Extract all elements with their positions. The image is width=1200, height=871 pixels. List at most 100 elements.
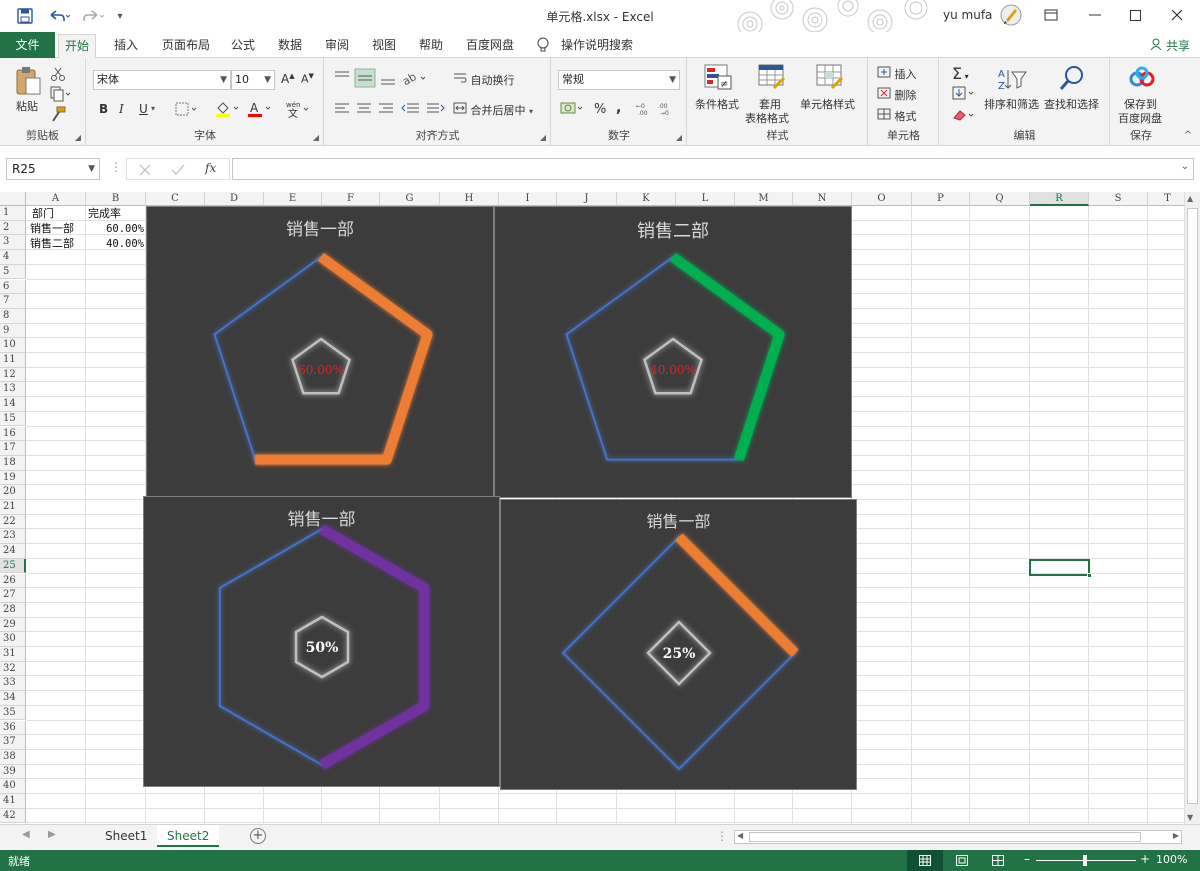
row-header[interactable]: 28 [0, 602, 26, 618]
tab-file[interactable]: 文件 [0, 32, 55, 58]
column-header[interactable]: M [735, 192, 793, 206]
column-header[interactable]: K [617, 192, 676, 206]
tab-data[interactable]: 数据 [272, 34, 308, 58]
cell-a2[interactable]: 销售一部 [30, 222, 74, 236]
row-header[interactable]: 13 [0, 382, 26, 398]
italic-button[interactable]: I [119, 102, 124, 116]
normal-view-button[interactable] [907, 850, 943, 871]
delete-cells-button[interactable]: 删除 [877, 87, 917, 103]
select-all-button[interactable] [0, 192, 26, 206]
tab-review[interactable]: 审阅 [319, 34, 355, 58]
row-header[interactable]: 38 [0, 749, 26, 765]
conditional-formatting-button[interactable]: 条件格式 [695, 96, 739, 112]
dialog-launcher-icon[interactable]: ◢ [313, 133, 319, 142]
user-name[interactable]: yu mufa [943, 8, 992, 22]
row-header[interactable]: 34 [0, 691, 26, 706]
row-header[interactable]: 12 [0, 367, 26, 383]
chevron-down-icon[interactable]: ▾ [151, 104, 155, 113]
tab-home[interactable]: 开始 [58, 34, 97, 59]
scroll-down-icon[interactable]: ▼ [1187, 813, 1193, 822]
formula-input[interactable]: ⌄ [232, 158, 1194, 180]
column-header[interactable]: H [440, 192, 499, 206]
column-header[interactable]: G [380, 192, 440, 206]
column-header[interactable]: D [205, 192, 264, 206]
paste-icon[interactable] [14, 66, 42, 99]
row-header[interactable]: 15 [0, 411, 26, 427]
collapse-ribbon-icon[interactable]: ^ [1184, 130, 1192, 141]
fill-color-icon[interactable] [215, 100, 241, 121]
font-color-icon[interactable]: A [247, 100, 273, 121]
tab-view[interactable]: 视图 [366, 34, 402, 58]
row-header[interactable]: 33 [0, 676, 26, 692]
decrease-font-icon[interactable]: A▼ [301, 72, 314, 86]
decrease-decimal-icon[interactable]: .00 →0 [658, 102, 678, 119]
row-header[interactable]: 11 [0, 353, 26, 368]
zoom-out-icon[interactable]: – [1024, 852, 1030, 866]
column-header[interactable]: J [557, 192, 617, 206]
column-header[interactable]: P [912, 192, 970, 206]
horizontal-align-icon[interactable] [333, 102, 397, 116]
increase-decimal-icon[interactable]: ←0.00 [636, 102, 656, 119]
paste-label[interactable]: 粘贴 [16, 98, 38, 114]
underline-button[interactable]: U [139, 102, 148, 116]
row-header[interactable]: 1 [0, 206, 26, 221]
row-header[interactable]: 20 [0, 485, 26, 500]
indent-icon[interactable] [401, 102, 445, 116]
row-header[interactable]: 36 [0, 720, 26, 736]
comma-button[interactable]: , [616, 100, 621, 116]
ribbon-display-icon[interactable] [1028, 0, 1074, 30]
chevron-down-icon[interactable]: ▼ [88, 159, 95, 179]
insert-cells-button[interactable]: 插入 [877, 66, 917, 82]
cut-icon[interactable] [50, 66, 66, 85]
scroll-left-icon[interactable]: ◀ [737, 831, 743, 840]
row-header[interactable]: 37 [0, 735, 26, 750]
sort-filter-button[interactable]: 排序和筛选 [984, 96, 1039, 112]
maximize-icon[interactable] [1112, 0, 1158, 30]
vertical-scrollbar[interactable]: ▲ ▼ [1184, 192, 1200, 824]
row-header[interactable]: 17 [0, 441, 26, 456]
row-header[interactable]: 31 [0, 647, 26, 662]
number-format-select[interactable]: 常规 ▼ [558, 70, 680, 90]
row-header[interactable]: 27 [0, 588, 26, 603]
chart-diamond[interactable]: 销售一部 25% [500, 499, 857, 790]
column-header[interactable]: R [1030, 192, 1089, 206]
clear-icon[interactable] [952, 108, 976, 125]
close-icon[interactable] [1154, 0, 1200, 30]
format-painter-icon[interactable] [50, 106, 66, 125]
column-header[interactable]: O [852, 192, 912, 206]
baidu-netdisk-icon[interactable] [1129, 66, 1155, 93]
cell-a3[interactable]: 销售二部 [30, 237, 74, 251]
h-scroll-thumb[interactable] [749, 832, 1141, 842]
cell-styles-icon[interactable] [816, 64, 844, 93]
vertical-align-icon[interactable] [333, 68, 397, 88]
row-header[interactable]: 26 [0, 573, 26, 589]
percent-button[interactable]: % [594, 102, 606, 117]
column-header[interactable]: S [1089, 192, 1148, 206]
tell-me-search[interactable]: 操作说明搜索 [555, 34, 639, 58]
enter-icon[interactable] [171, 164, 185, 176]
row-header[interactable]: 8 [0, 308, 26, 324]
wrap-text-button[interactable]: 自动换行 [453, 72, 515, 88]
row-header[interactable]: 30 [0, 632, 26, 647]
row-header[interactable]: 42 [0, 808, 26, 824]
row-header[interactable]: 19 [0, 470, 26, 486]
column-header[interactable]: A [26, 192, 86, 206]
find-select-icon[interactable] [1058, 64, 1086, 95]
conditional-formatting-icon[interactable]: ≠ [704, 64, 732, 93]
format-as-table-label-2[interactable]: 表格格式 [745, 110, 789, 126]
scroll-up-icon[interactable]: ▲ [1187, 194, 1193, 203]
share-button[interactable]: 共享 [1150, 37, 1190, 54]
chart-hexagon[interactable]: 销售一部 50% [143, 496, 500, 787]
row-header[interactable]: 16 [0, 426, 26, 442]
tab-help[interactable]: 帮助 [413, 34, 449, 58]
column-header[interactable]: F [322, 192, 380, 206]
column-header[interactable]: N [793, 192, 852, 206]
borders-icon[interactable] [175, 102, 199, 119]
cell-styles-button[interactable]: 单元格样式 [800, 96, 855, 112]
avatar[interactable] [1000, 4, 1022, 26]
format-cells-button[interactable]: 格式 [877, 108, 917, 124]
dialog-launcher-icon[interactable]: ◢ [676, 133, 682, 142]
zoom-slider[interactable] [1036, 855, 1136, 866]
row-header[interactable]: 24 [0, 544, 26, 559]
orientation-icon[interactable]: ab [400, 70, 429, 89]
